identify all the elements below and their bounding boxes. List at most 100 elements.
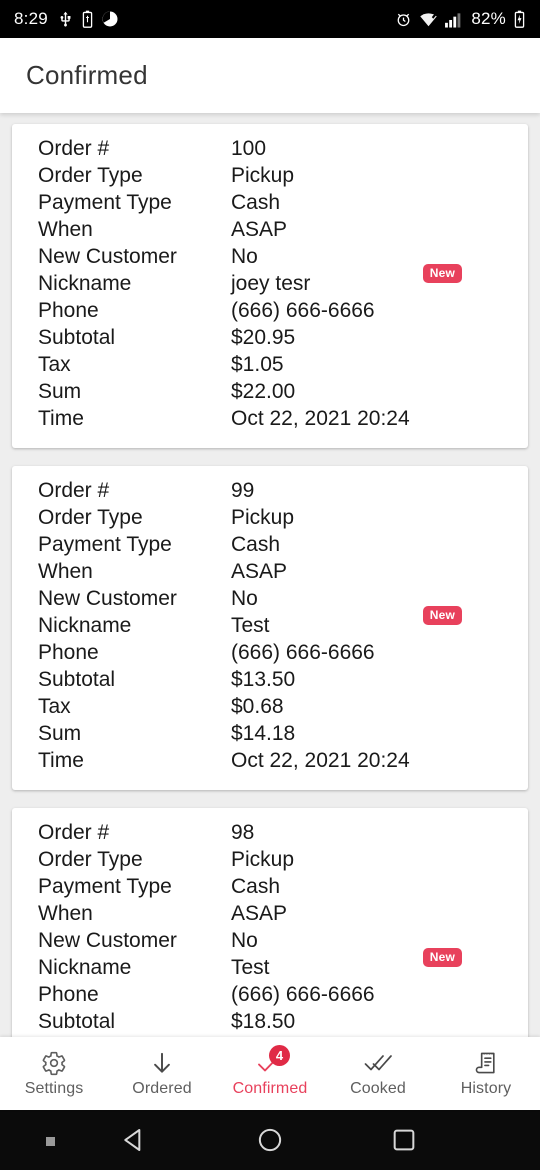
status-bar: 8:29 82% bbox=[0, 0, 540, 38]
field-value: Oct 22, 2021 20:24 bbox=[231, 407, 410, 430]
bottom-tab-bar: Settings Ordered 4 Confirmed Cooked Hist… bbox=[0, 1037, 540, 1110]
field-value: Cash bbox=[231, 875, 281, 898]
field-label: Order Type bbox=[38, 848, 143, 871]
field-label: Payment Type bbox=[38, 875, 172, 898]
status-bar-left: 8:29 bbox=[14, 9, 119, 29]
order-field-tax: Tax $0.68 bbox=[12, 695, 528, 722]
order-field-order-type: Order Type Pickup bbox=[12, 506, 528, 533]
battery-charging-icon bbox=[513, 10, 526, 28]
field-value: Pickup bbox=[231, 848, 295, 871]
order-field-phone: Phone (666) 666-6666 bbox=[12, 641, 528, 668]
order-field-time: Time Oct 22, 2021 20:24 bbox=[12, 749, 528, 776]
field-label: Time bbox=[38, 407, 84, 430]
home-button[interactable] bbox=[254, 1124, 286, 1156]
field-value: No bbox=[231, 587, 258, 610]
field-value: (666) 666-6666 bbox=[231, 299, 375, 322]
order-card[interactable]: New Order # 100 Order Type Pickup Paymen… bbox=[12, 124, 528, 448]
tab-confirmed[interactable]: 4 Confirmed bbox=[216, 1037, 324, 1110]
tab-settings[interactable]: Settings bbox=[0, 1037, 108, 1110]
field-value: (666) 666-6666 bbox=[231, 983, 375, 1006]
tab-history[interactable]: History bbox=[432, 1037, 540, 1110]
order-field-payment-type: Payment Type Cash bbox=[12, 191, 528, 218]
field-label: Sum bbox=[38, 380, 82, 403]
cell-signal-icon bbox=[445, 11, 464, 28]
alarm-icon bbox=[395, 11, 412, 28]
field-value: $22.00 bbox=[231, 380, 296, 403]
hide-nav-dot[interactable] bbox=[46, 1137, 55, 1146]
field-value: Test bbox=[231, 614, 270, 637]
order-field-tax: Tax $1.05 bbox=[12, 353, 528, 380]
field-value: ASAP bbox=[231, 560, 288, 583]
order-field-payment-type: Payment Type Cash bbox=[12, 533, 528, 560]
field-label: New Customer bbox=[38, 587, 177, 610]
field-value: $14.18 bbox=[231, 722, 296, 745]
tab-label: Ordered bbox=[132, 1079, 192, 1097]
field-value: joey tesr bbox=[231, 272, 311, 295]
tab-label: Confirmed bbox=[232, 1079, 308, 1097]
order-field-payment-type: Payment Type Cash bbox=[12, 875, 528, 902]
field-label: Subtotal bbox=[38, 668, 116, 691]
field-value: Pickup bbox=[231, 506, 295, 529]
badge-count: 4 bbox=[269, 1044, 290, 1066]
order-field-order-type: Order Type Pickup bbox=[12, 164, 528, 191]
field-label: Subtotal bbox=[38, 326, 116, 349]
field-label: When bbox=[38, 218, 93, 241]
field-value: Pickup bbox=[231, 164, 295, 187]
order-field-order-no: Order # 98 bbox=[12, 821, 528, 848]
status-time: 8:29 bbox=[14, 9, 48, 28]
field-label: Phone bbox=[38, 983, 99, 1006]
field-value: 98 bbox=[231, 821, 255, 844]
field-label: Order # bbox=[38, 137, 110, 160]
order-field-phone: Phone (666) 666-6666 bbox=[12, 299, 528, 326]
order-field-when: When ASAP bbox=[12, 560, 528, 587]
field-label: Order Type bbox=[38, 506, 143, 529]
field-label: Nickname bbox=[38, 956, 132, 979]
field-value: Cash bbox=[231, 191, 281, 214]
gear-icon bbox=[41, 1050, 67, 1076]
field-label: Order # bbox=[38, 821, 110, 844]
tab-label: Settings bbox=[24, 1079, 84, 1097]
android-nav-bar bbox=[0, 1110, 540, 1170]
field-label: Order # bbox=[38, 479, 110, 502]
order-field-sum: Sum $14.18 bbox=[12, 722, 528, 749]
field-value: $13.50 bbox=[231, 668, 296, 691]
battery-percent: 82% bbox=[471, 9, 506, 28]
field-label: Payment Type bbox=[38, 191, 172, 214]
field-label: Sum bbox=[38, 722, 82, 745]
field-value: 100 bbox=[231, 137, 267, 160]
field-value: Test bbox=[231, 956, 270, 979]
back-button[interactable] bbox=[118, 1124, 150, 1156]
order-card[interactable]: New Order # 98 Order Type Pickup Payment… bbox=[12, 808, 528, 1037]
order-field-subtotal: Subtotal $18.50 bbox=[12, 1010, 528, 1037]
field-label: Payment Type bbox=[38, 533, 172, 556]
tab-cooked[interactable]: Cooked bbox=[324, 1037, 432, 1110]
field-value: $1.05 bbox=[231, 353, 284, 376]
phone-screen: 8:29 82% Confirmed New Order # 100 Order… bbox=[0, 0, 540, 1170]
order-field-when: When ASAP bbox=[12, 218, 528, 245]
field-label: Nickname bbox=[38, 614, 132, 637]
order-field-time: Time Oct 22, 2021 20:24 bbox=[12, 407, 528, 434]
tab-ordered[interactable]: Ordered bbox=[108, 1037, 216, 1110]
app-bar: Confirmed bbox=[0, 38, 540, 113]
status-bar-right: 82% bbox=[395, 9, 526, 29]
wifi-icon bbox=[419, 11, 438, 28]
page-title: Confirmed bbox=[26, 60, 148, 90]
field-label: Tax bbox=[38, 353, 71, 376]
field-label: Phone bbox=[38, 641, 99, 664]
status-badge: New bbox=[422, 606, 462, 625]
field-value: (666) 666-6666 bbox=[231, 641, 375, 664]
tab-label: Cooked bbox=[350, 1079, 406, 1097]
order-card[interactable]: New Order # 99 Order Type Pickup Payment… bbox=[12, 466, 528, 790]
check-icon: 4 bbox=[255, 1044, 290, 1076]
field-value: $20.95 bbox=[231, 326, 296, 349]
status-badge: New bbox=[422, 948, 462, 967]
field-label: Order Type bbox=[38, 164, 143, 187]
arrow-down-icon bbox=[149, 1050, 175, 1076]
recents-button[interactable] bbox=[388, 1124, 420, 1156]
data-saver-icon bbox=[101, 10, 119, 28]
field-value: Cash bbox=[231, 533, 281, 556]
field-label: Nickname bbox=[38, 272, 132, 295]
order-list[interactable]: New Order # 100 Order Type Pickup Paymen… bbox=[0, 113, 540, 1037]
field-value: No bbox=[231, 245, 258, 268]
field-value: Oct 22, 2021 20:24 bbox=[231, 749, 410, 772]
